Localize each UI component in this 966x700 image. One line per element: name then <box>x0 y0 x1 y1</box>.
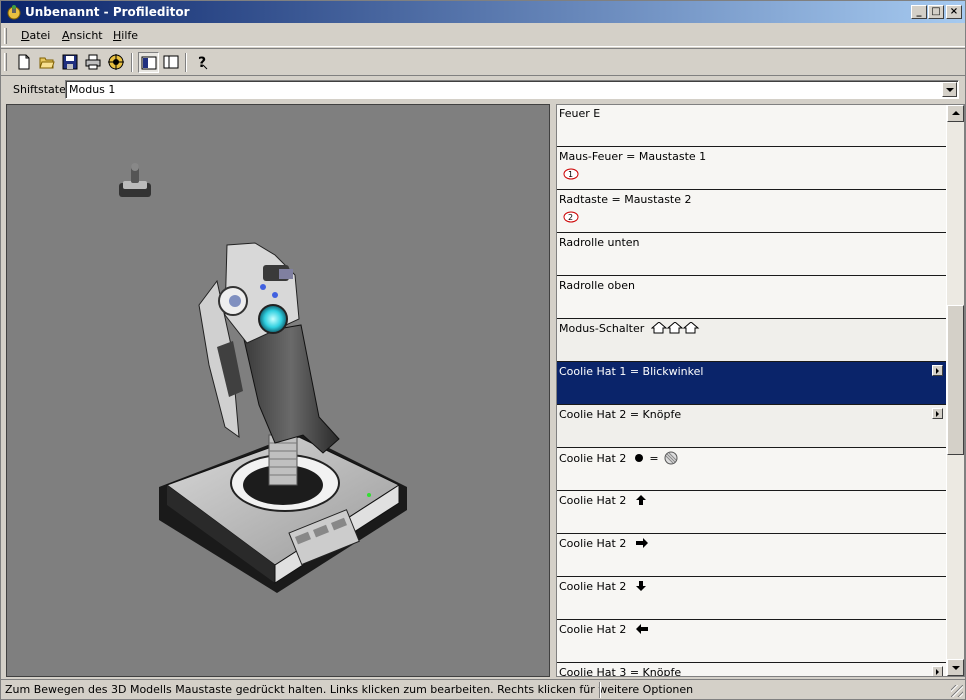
list-item[interactable]: Radrolle unten <box>557 233 946 276</box>
maximize-button[interactable]: □ <box>928 5 944 19</box>
list-item[interactable]: Radtaste = Maustaste 2 2 <box>557 190 946 233</box>
status-text: Zum Bewegen des 3D Modells Maustaste ged… <box>5 683 694 696</box>
new-file-button[interactable] <box>14 52 35 73</box>
view-split-right-icon <box>163 55 179 69</box>
joystick-stick[interactable] <box>198 242 340 486</box>
arrow-down-icon <box>635 581 646 591</box>
help-button[interactable]: ? <box>192 52 213 73</box>
list-item[interactable]: Coolie Hat 2 <box>557 620 946 663</box>
toolbar-grip <box>4 53 7 71</box>
svg-text:1: 1 <box>568 170 573 179</box>
arrow-left-icon <box>635 624 648 634</box>
mouse-button-1-icon: 1 <box>563 168 579 180</box>
scroll-down-button[interactable] <box>947 659 964 676</box>
submenu-arrow-icon[interactable] <box>932 365 943 376</box>
open-folder-icon <box>39 57 55 69</box>
shiftstate-value: Modus 1 <box>69 83 116 96</box>
print-icon <box>85 54 101 70</box>
svg-text:?: ? <box>198 55 206 70</box>
list-item[interactable]: Radrolle oben <box>557 276 946 319</box>
minimize-button[interactable]: _ <box>911 5 927 19</box>
list-item[interactable]: Coolie Hat 2 = <box>557 448 946 491</box>
button-assignment-list: Feuer E Maus-Feuer = Maustaste 1 1 Radta… <box>556 104 965 677</box>
save-button[interactable] <box>60 52 81 73</box>
mouse-button-2-icon: 2 <box>563 211 579 223</box>
list-item[interactable]: Coolie Hat 2 <box>557 534 946 577</box>
shiftstate-label: Shiftstate <box>13 83 66 96</box>
toolbar-separator <box>185 53 187 72</box>
window-title: Unbenannt - Profileditor <box>25 5 190 19</box>
list-item[interactable]: Feuer E <box>557 105 946 147</box>
toolbar-separator <box>131 53 133 72</box>
list-item[interactable]: Coolie Hat 2 <box>557 577 946 620</box>
svg-text:2: 2 <box>568 213 573 222</box>
list-scrollbar[interactable] <box>947 105 964 676</box>
list-item[interactable]: Coolie Hat 2 <box>557 491 946 534</box>
view-right-button[interactable] <box>161 52 182 73</box>
hat-press-icon <box>634 454 643 462</box>
list-item[interactable]: Modus-Schalter <box>557 319 946 362</box>
arrow-up-icon <box>635 495 646 505</box>
open-button[interactable] <box>37 52 58 73</box>
resize-grip[interactable] <box>951 685 963 697</box>
arrow-right-icon <box>635 538 648 548</box>
disabled-icon <box>664 451 678 465</box>
title-bar[interactable]: Unbenannt - Profileditor _ □ × <box>1 1 965 23</box>
joystick-3d-viewport[interactable] <box>6 104 550 677</box>
save-icon <box>62 54 78 70</box>
menu-bar: Datei Ansicht Hilfe <box>1 25 965 47</box>
mode-arrows-icon <box>650 321 700 334</box>
app-window: Unbenannt - Profileditor _ □ × Datei Ans… <box>0 0 966 700</box>
help-icon: ? <box>198 55 208 70</box>
view-split-left-icon <box>141 56 157 70</box>
view-left-button[interactable] <box>138 52 159 73</box>
menu-grip <box>4 28 7 44</box>
submenu-arrow-icon[interactable] <box>932 666 943 676</box>
scroll-up-button[interactable] <box>947 105 964 122</box>
target-button[interactable] <box>106 52 127 73</box>
menu-datei[interactable]: Datei <box>21 29 50 42</box>
dropdown-arrow-icon[interactable] <box>942 82 957 97</box>
menu-ansicht[interactable]: Ansicht <box>62 29 103 42</box>
target-icon <box>108 54 124 70</box>
scroll-thumb[interactable] <box>947 305 964 455</box>
toolbar: ? <box>1 48 965 76</box>
shiftstate-dropdown[interactable]: Modus 1 <box>65 80 959 99</box>
list-item-selected[interactable]: Coolie Hat 1 = Blickwinkel <box>557 362 946 405</box>
list-item[interactable]: Coolie Hat 3 = Knöpfe <box>557 663 946 676</box>
close-button[interactable]: × <box>946 5 962 19</box>
mini-preview-icon[interactable] <box>119 163 151 197</box>
status-bar: Zum Bewegen des 3D Modells Maustaste ged… <box>1 679 965 699</box>
print-button[interactable] <box>83 52 104 73</box>
submenu-arrow-icon[interactable] <box>932 408 943 419</box>
app-icon <box>7 5 21 20</box>
shiftstate-bar: Shiftstate Modus 1 <box>1 78 965 102</box>
joystick-model[interactable] <box>7 105 549 676</box>
new-file-icon <box>18 54 30 70</box>
list-item[interactable]: Maus-Feuer = Maustaste 1 1 <box>557 147 946 190</box>
list-item[interactable]: Coolie Hat 2 = Knöpfe <box>557 405 946 448</box>
status-separator <box>599 682 601 698</box>
menu-hilfe[interactable]: Hilfe <box>113 29 138 42</box>
